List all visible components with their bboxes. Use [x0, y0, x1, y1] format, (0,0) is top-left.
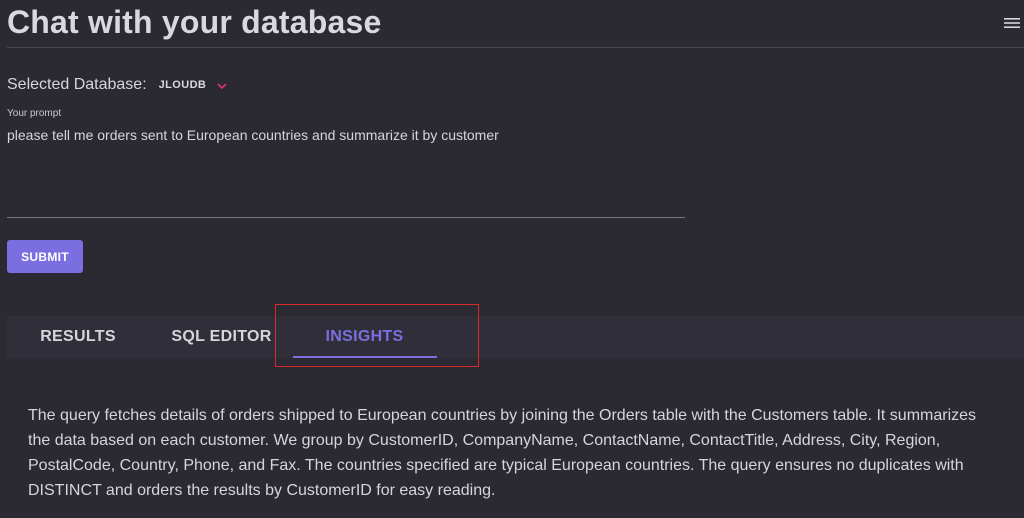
database-selected-value: JLOUDB: [158, 79, 207, 91]
tab-results[interactable]: RESULTS: [7, 316, 149, 358]
chevron-down-icon: [217, 82, 227, 89]
submit-button[interactable]: SUBMIT: [7, 240, 83, 273]
tab-sql-editor[interactable]: SQL EDITOR: [150, 316, 293, 358]
insights-text: The query fetches details of orders ship…: [28, 407, 977, 499]
database-label: Selected Database:: [7, 76, 147, 93]
database-selector-row: Selected Database: JLOUDB: [7, 74, 227, 96]
prompt-textarea[interactable]: please tell me orders sent to European c…: [7, 124, 685, 218]
hamburger-menu-icon: [1004, 18, 1020, 28]
tab-insights[interactable]: INSIGHTS: [293, 316, 436, 358]
menu-button[interactable]: [1004, 16, 1020, 30]
results-tabs: RESULTS SQL EDITOR INSIGHTS: [7, 316, 1024, 358]
prompt-label: Your prompt: [7, 108, 62, 119]
title-divider: [7, 47, 1024, 48]
active-tab-indicator: [293, 356, 437, 358]
database-select[interactable]: JLOUDB: [159, 79, 228, 91]
page-title: Chat with your database: [7, 4, 382, 40]
